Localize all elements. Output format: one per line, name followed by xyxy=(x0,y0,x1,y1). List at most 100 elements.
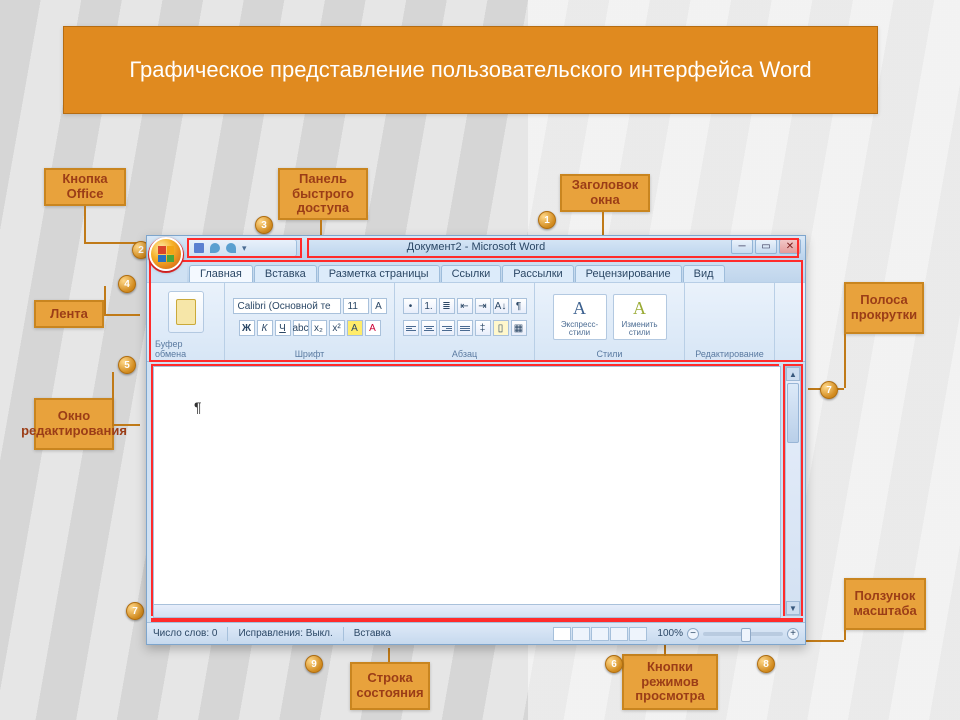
scroll-up-icon[interactable]: ▲ xyxy=(786,367,800,381)
tab-view[interactable]: Вид xyxy=(683,265,725,282)
label-scrollbar: Полоса прокрутки xyxy=(844,282,924,334)
label-text: Кнопки режимов просмотра xyxy=(630,660,710,705)
label-office-button: Кнопка Office xyxy=(44,168,126,206)
bullets-icon[interactable]: • xyxy=(403,298,419,314)
status-word-count[interactable]: Число слов: 0 xyxy=(153,628,217,639)
grow-font-icon[interactable]: A xyxy=(371,298,387,314)
indent-dec-icon[interactable]: ⇤ xyxy=(457,298,473,314)
styles-icon: A xyxy=(573,298,586,319)
sort-icon[interactable]: A↓ xyxy=(493,298,509,314)
tab-mailings[interactable]: Рассылки xyxy=(502,265,573,282)
connector xyxy=(84,206,86,242)
marker-7-right: 7 xyxy=(820,381,838,399)
label-text: Панель быстрого доступа xyxy=(286,172,360,217)
align-center-icon[interactable] xyxy=(421,320,437,336)
quick-styles-button[interactable]: A Экспресс-стили xyxy=(553,294,607,340)
vertical-scrollbar[interactable]: ▲ ▼ xyxy=(785,366,801,616)
horizontal-scrollbar[interactable] xyxy=(153,604,781,618)
slide-title: Графическое представление пользовательск… xyxy=(129,57,811,83)
separator xyxy=(227,627,228,641)
change-styles-button[interactable]: A Изменить стили xyxy=(613,294,667,340)
ribbon-group-styles: A Экспресс-стили A Изменить стили Стили xyxy=(535,283,685,361)
ribbon-group-editing: Редактирование xyxy=(685,283,775,361)
strike-button[interactable]: abc xyxy=(293,320,309,336)
outline-view-button[interactable] xyxy=(610,627,628,641)
window-title: Документ2 - Microsoft Word xyxy=(147,241,805,253)
tab-review[interactable]: Рецензирование xyxy=(575,265,682,282)
close-button[interactable]: ✕ xyxy=(779,239,801,254)
pilcrow-icon[interactable]: ¶ xyxy=(511,298,527,314)
marker-7-left: 7 xyxy=(126,602,144,620)
line-spacing-icon[interactable]: ‡ xyxy=(475,320,491,336)
office-button[interactable] xyxy=(149,237,183,271)
zoom-percent[interactable]: 100% xyxy=(657,628,683,639)
connector xyxy=(844,334,846,388)
sub-button[interactable]: x₂ xyxy=(311,320,327,336)
connector xyxy=(388,648,390,662)
zoom-out-button[interactable]: − xyxy=(687,628,699,640)
pilcrow-mark: ¶ xyxy=(194,399,202,415)
marker-1: 1 xyxy=(538,211,556,229)
group-label: Редактирование xyxy=(695,349,764,359)
tab-pagelayout[interactable]: Разметка страницы xyxy=(318,265,440,282)
minimize-button[interactable]: ─ xyxy=(731,239,753,254)
ribbon-group-font: Calibri (Основной те 11 A Ж К Ч abc x₂ x… xyxy=(225,283,395,361)
underline-button[interactable]: Ч xyxy=(275,320,291,336)
web-layout-view-button[interactable] xyxy=(591,627,609,641)
ribbon: Буфер обмена Calibri (Основной те 11 A Ж… xyxy=(147,282,805,362)
status-insert-mode[interactable]: Вставка xyxy=(354,628,391,639)
status-proofing[interactable]: Исправления: Выкл. xyxy=(238,628,332,639)
document-area[interactable]: ¶ xyxy=(153,366,781,616)
slide-title-banner: Графическое представление пользовательск… xyxy=(63,26,878,114)
italic-button[interactable]: К xyxy=(257,320,273,336)
multilevel-icon[interactable]: ≣ xyxy=(439,298,455,314)
tab-references[interactable]: Ссылки xyxy=(441,265,502,282)
indent-inc-icon[interactable]: ⇥ xyxy=(475,298,491,314)
marker-8: 8 xyxy=(757,655,775,673)
label-edit-window: Окно редактирования xyxy=(34,398,114,450)
sup-button[interactable]: x² xyxy=(329,320,345,336)
connector xyxy=(104,314,140,316)
view-mode-buttons xyxy=(553,627,647,641)
connector xyxy=(104,286,106,314)
separator xyxy=(343,627,344,641)
paste-button[interactable] xyxy=(168,291,204,333)
ribbon-tabs: Главная Вставка Разметка страницы Ссылки… xyxy=(187,260,805,282)
label-view-buttons: Кнопки режимов просмотра xyxy=(622,654,718,710)
label-text: Заголовок окна xyxy=(568,178,642,208)
borders-icon[interactable]: ▦ xyxy=(511,320,527,336)
marker-4: 4 xyxy=(118,275,136,293)
zoom-in-button[interactable]: + xyxy=(787,628,799,640)
align-left-icon[interactable] xyxy=(403,320,419,336)
full-screen-view-button[interactable] xyxy=(572,627,590,641)
label-quick-access: Панель быстрого доступа xyxy=(278,168,368,220)
numbering-icon[interactable]: 1. xyxy=(421,298,437,314)
scroll-down-icon[interactable]: ▼ xyxy=(786,601,800,615)
label-ribbon: Лента xyxy=(34,300,104,328)
font-color-icon[interactable]: A xyxy=(365,320,381,336)
marker-9: 9 xyxy=(305,655,323,673)
align-right-icon[interactable] xyxy=(439,320,455,336)
print-layout-view-button[interactable] xyxy=(553,627,571,641)
font-name-select[interactable]: Calibri (Основной те xyxy=(233,298,341,314)
zoom-control: 100% − + xyxy=(657,628,799,640)
label-window-title: Заголовок окна xyxy=(560,174,650,212)
bold-button[interactable]: Ж xyxy=(239,320,255,336)
connector xyxy=(844,630,846,640)
draft-view-button[interactable] xyxy=(629,627,647,641)
tab-insert[interactable]: Вставка xyxy=(254,265,317,282)
shading-icon[interactable]: ▯ xyxy=(493,320,509,336)
title-bar: ▾ Документ2 - Microsoft Word ─ ▭ ✕ xyxy=(147,236,805,260)
highlight-color-icon[interactable]: A xyxy=(347,320,363,336)
tab-home[interactable]: Главная xyxy=(189,265,253,282)
justify-icon[interactable] xyxy=(457,320,473,336)
group-label: Абзац xyxy=(452,349,477,359)
label-statusbar: Строка состояния xyxy=(350,662,430,710)
scroll-thumb[interactable] xyxy=(787,383,799,443)
font-size-select[interactable]: 11 xyxy=(343,298,369,314)
ribbon-group-clipboard: Буфер обмена xyxy=(147,283,225,361)
zoom-slider[interactable] xyxy=(703,632,783,636)
group-label: Шрифт xyxy=(295,349,325,359)
maximize-button[interactable]: ▭ xyxy=(755,239,777,254)
label-text: Строка состояния xyxy=(356,671,423,701)
